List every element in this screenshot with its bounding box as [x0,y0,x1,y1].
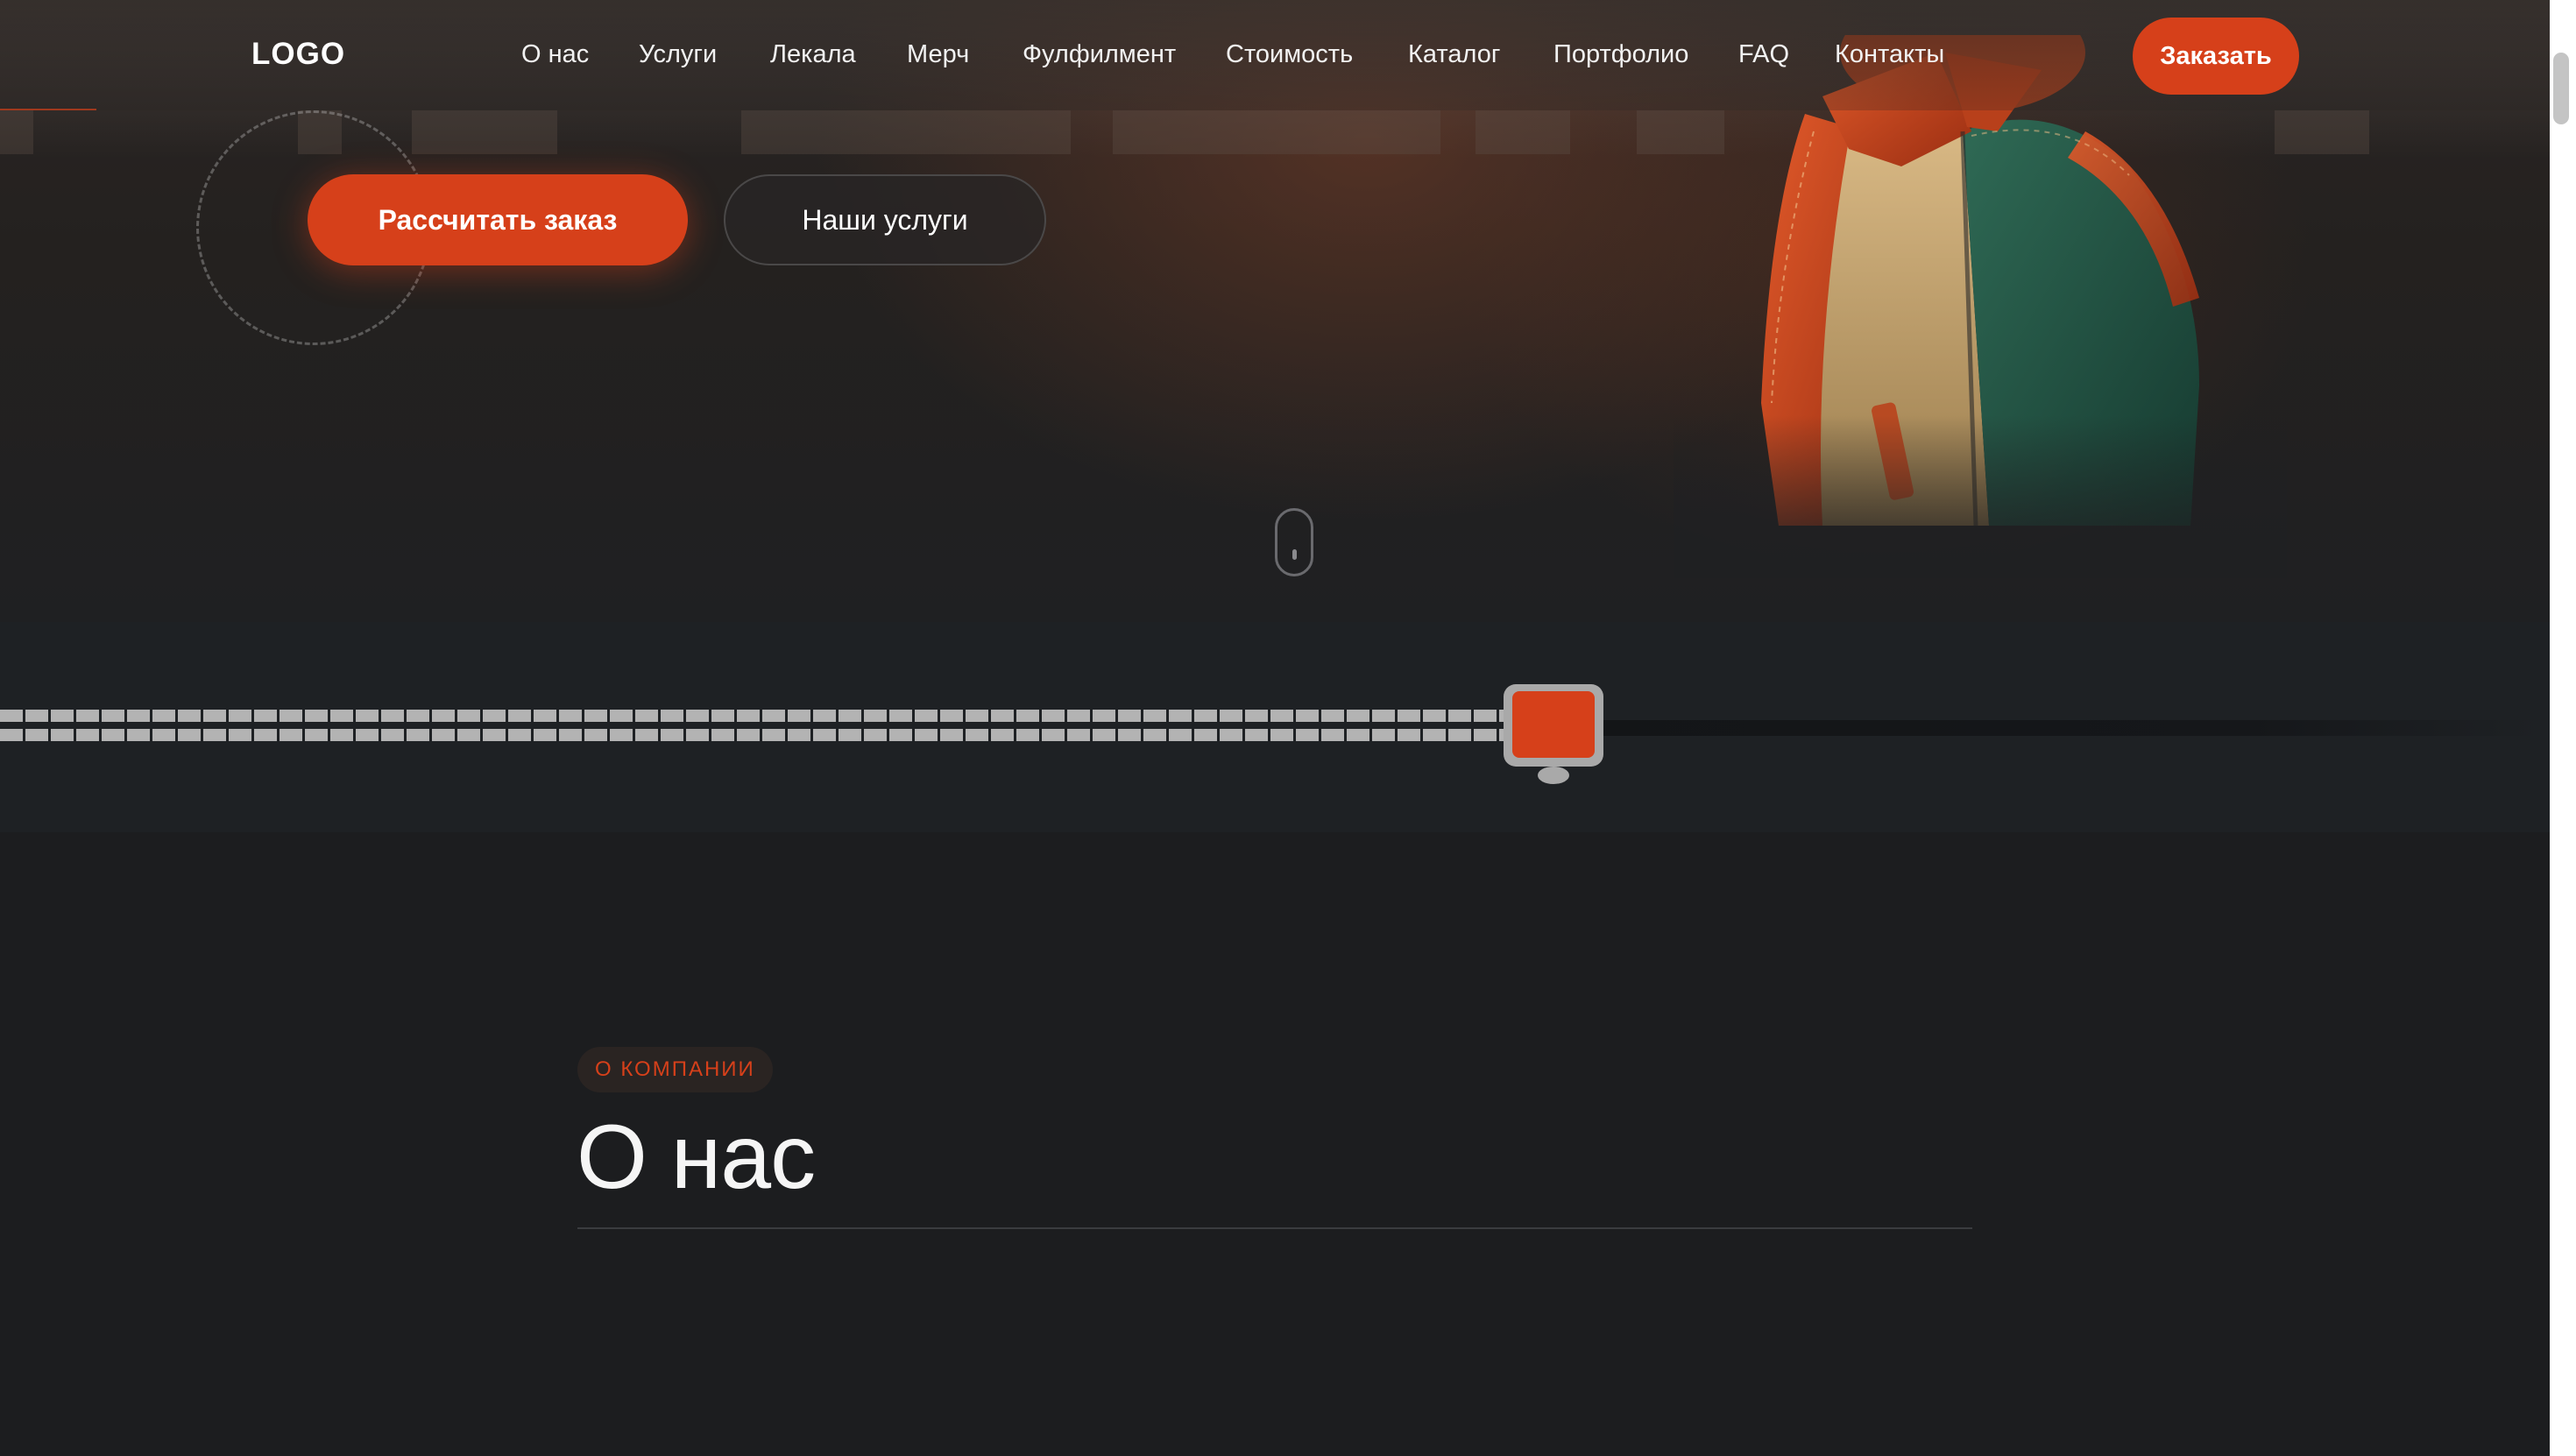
nav-item-catalog[interactable]: Каталог [1408,40,1500,69]
zipper-teeth [0,710,1504,748]
nav-item-contacts[interactable]: Контакты [1835,40,1944,69]
scroll-wheel [1292,549,1297,560]
zipper-track [1577,720,2541,736]
jacket-image [1674,35,2287,578]
about-title: О нас [577,1106,816,1208]
nav-item-about[interactable]: О нас [521,40,589,69]
site-header: LOGO О нас Услуги Лекала Мерч Фулфилмент… [0,0,2550,110]
nav-item-portfolio[interactable]: Портфолио [1553,40,1688,69]
decor-tile [2275,110,2369,154]
zipper-progress-section [0,622,2550,832]
nav-item-fulfillment[interactable]: Фулфилмент [1023,40,1176,69]
decor-tile [0,110,33,154]
nav-item-patterns[interactable]: Лекала [770,40,856,69]
page-scrollbar[interactable] [2550,0,2576,1456]
calculate-order-button[interactable]: Рассчитать заказ [308,174,688,265]
nav-item-services[interactable]: Услуги [639,40,717,69]
decor-tile [1476,110,1570,154]
about-badge: О КОМПАНИИ [577,1047,773,1092]
our-services-button[interactable]: Наши услуги [724,174,1046,265]
logo[interactable]: LOGO [251,37,345,72]
zipper-puller-icon[interactable] [1502,682,1605,786]
scroll-down-icon[interactable] [1275,508,1313,576]
decor-tile [741,110,1071,154]
scrollbar-thumb[interactable] [2553,53,2569,124]
nav-item-faq[interactable]: FAQ [1738,40,1789,69]
nav-item-merch[interactable]: Мерч [907,40,969,69]
nav-item-pricing[interactable]: Стоимость [1226,40,1353,69]
decor-tile [508,110,557,154]
about-divider [577,1227,1972,1229]
decor-tile [1113,110,1440,154]
decor-tile [412,110,508,154]
order-button[interactable]: Заказать [2133,18,2299,95]
